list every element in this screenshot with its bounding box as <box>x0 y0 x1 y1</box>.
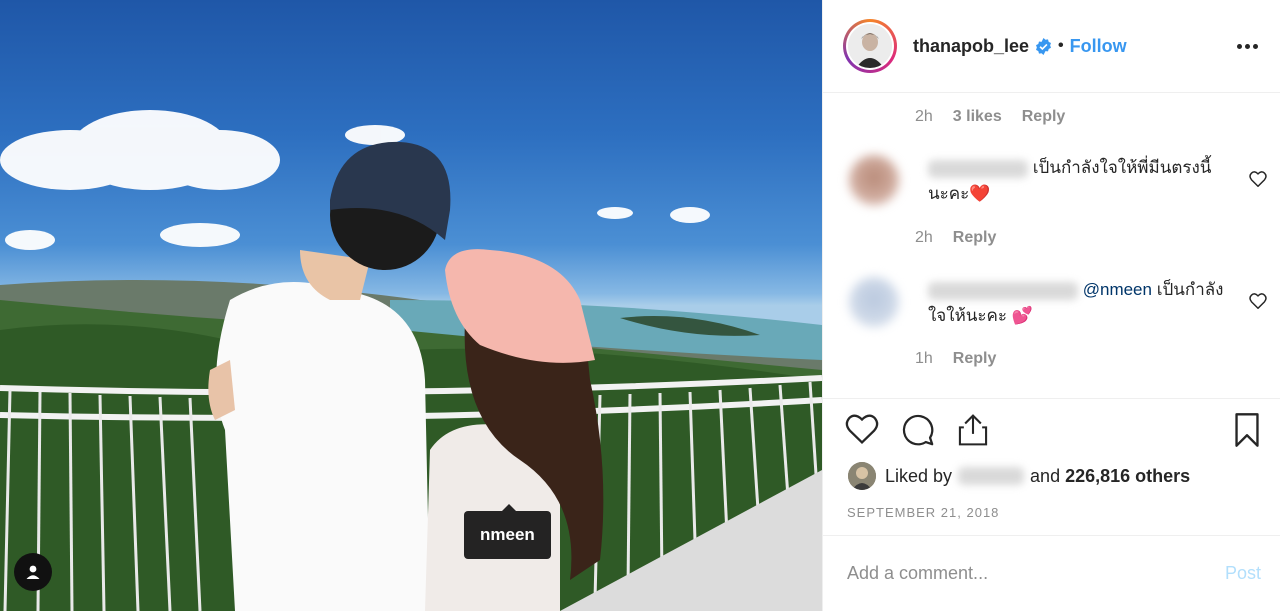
comment-input[interactable] <box>847 563 1225 584</box>
comment-meta: 1h Reply <box>915 350 996 368</box>
comment-item: @nmeen เป็นกำลังใจให้นะคะ 💕 1h Reply <box>837 277 1267 367</box>
reply-button[interactable]: Reply <box>1022 108 1066 126</box>
separator-dot: • <box>1058 37 1064 54</box>
comment-time[interactable]: 1h <box>915 350 933 368</box>
more-options-icon[interactable] <box>1237 43 1258 49</box>
small-heart-icon[interactable] <box>1249 293 1267 314</box>
commenter-avatar[interactable] <box>849 277 899 327</box>
commenter-avatar[interactable] <box>849 155 899 205</box>
share-icon[interactable] <box>957 413 989 452</box>
comment-time[interactable]: 2h <box>915 108 933 126</box>
action-bar <box>845 413 1265 453</box>
post-photo[interactable]: nmeen <box>0 0 822 611</box>
likes-count[interactable]: 226,816 others <box>1065 466 1190 487</box>
mention-link[interactable]: @nmeen <box>1083 280 1152 299</box>
commenter-username[interactable] <box>928 281 1078 300</box>
liked-by-label: Liked by <box>885 465 953 486</box>
small-heart-icon[interactable] <box>1249 171 1267 192</box>
post-header: thanapob_lee • Follow <box>823 0 1280 93</box>
post-panel: thanapob_lee • Follow 2h 3 likes Reply เ… <box>822 0 1280 611</box>
reply-button[interactable]: Reply <box>953 350 997 368</box>
verified-badge-icon <box>1035 37 1052 55</box>
author-username[interactable]: thanapob_lee <box>913 36 1029 57</box>
comment-meta: 2h 3 likes Reply <box>915 108 1065 126</box>
comment-time[interactable]: 2h <box>915 229 933 247</box>
author-avatar[interactable] <box>843 19 897 73</box>
comment-text: @nmeen เป็นกำลังใจให้นะคะ 💕 <box>928 277 1228 329</box>
post-button[interactable]: Post <box>1225 563 1261 584</box>
post-date[interactable]: SEPTEMBER 21, 2018 <box>847 505 999 520</box>
comment-icon[interactable] <box>901 413 935 452</box>
likes-summary: Liked by and 226,816 others <box>848 462 1190 490</box>
liked-by-and: and <box>1030 465 1061 486</box>
commenter-username[interactable] <box>928 159 1028 178</box>
comment-text: เป็นกำลังใจให้พี่มีนตรงนี้นะคะ❤️ <box>928 155 1228 207</box>
add-comment-bar: Post <box>823 535 1280 611</box>
photo-user-tag[interactable]: nmeen <box>464 504 551 559</box>
bookmark-icon[interactable] <box>1233 413 1261 452</box>
comments-list: 2h 3 likes Reply เป็นกำลังใจให้พี่มีนตรง… <box>823 93 1280 399</box>
liker-username[interactable] <box>958 467 1025 485</box>
follow-button[interactable]: Follow <box>1070 36 1127 57</box>
heart-icon[interactable] <box>845 413 879 450</box>
comment-likes[interactable]: 3 likes <box>953 108 1002 126</box>
liker-avatar[interactable] <box>848 462 876 490</box>
comment-meta: 2h Reply <box>915 229 996 247</box>
reply-button[interactable]: Reply <box>953 229 997 247</box>
user-tag-icon[interactable] <box>14 553 52 591</box>
photo-scene <box>0 110 822 611</box>
comment-item: เป็นกำลังใจให้พี่มีนตรงนี้นะคะ❤️ 2h Repl… <box>837 155 1267 247</box>
